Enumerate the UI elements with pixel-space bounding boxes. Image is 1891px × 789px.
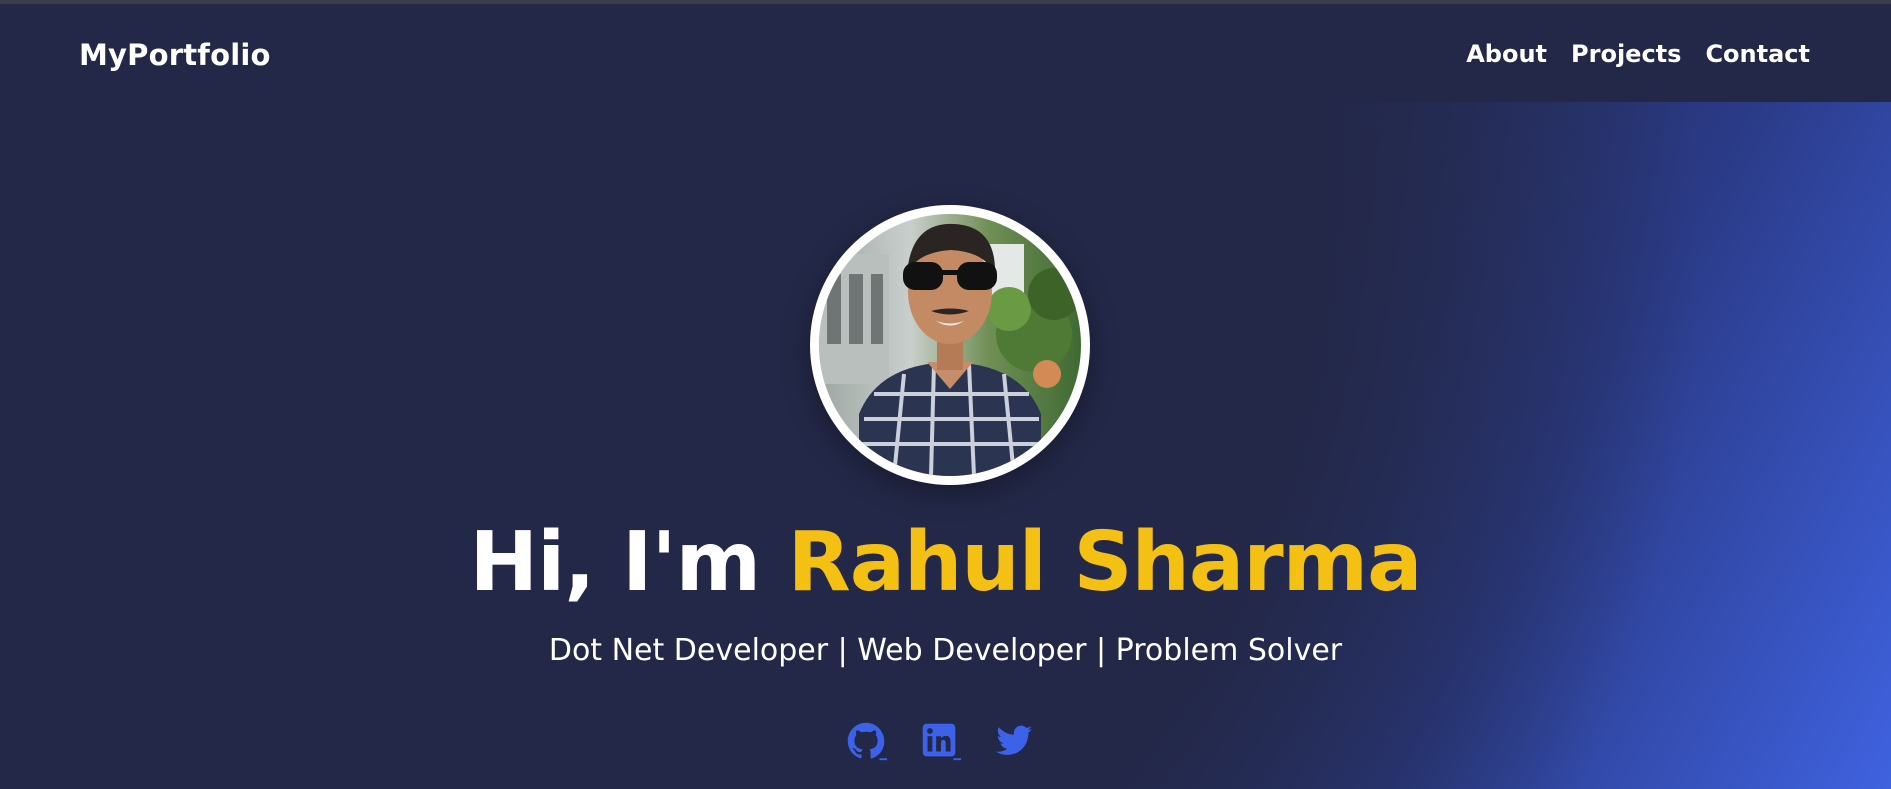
brand-logo[interactable]: MyPortfolio: [79, 38, 271, 72]
profile-photo: [819, 214, 1081, 476]
github-icon: [847, 722, 888, 761]
github-link[interactable]: [843, 718, 889, 764]
profile-photo-illustration: [819, 214, 1081, 476]
hero-greeting: Hi, I'm: [469, 515, 788, 610]
hero-headline: Hi, I'm Rahul Sharma: [0, 515, 1891, 610]
twitter-link[interactable]: [991, 718, 1037, 764]
hero-subtitle: Dot Net Developer | Web Developer | Prob…: [548, 633, 1343, 668]
nav-link-about[interactable]: About: [1466, 40, 1547, 68]
linkedin-link[interactable]: [917, 718, 963, 764]
twitter-icon: [995, 725, 1033, 755]
portfolio-page: MyPortfolio About Projects Contact Hi, I…: [0, 0, 1891, 789]
hero-name: Rahul Sharma: [787, 515, 1423, 610]
nav-links: About Projects Contact: [1466, 40, 1810, 68]
nav-link-projects[interactable]: Projects: [1571, 40, 1681, 68]
profile-avatar: [810, 205, 1090, 485]
linkedin-icon: [922, 723, 962, 761]
social-links: [843, 718, 1037, 764]
navbar: MyPortfolio About Projects Contact: [0, 4, 1891, 102]
nav-link-contact[interactable]: Contact: [1705, 40, 1810, 68]
